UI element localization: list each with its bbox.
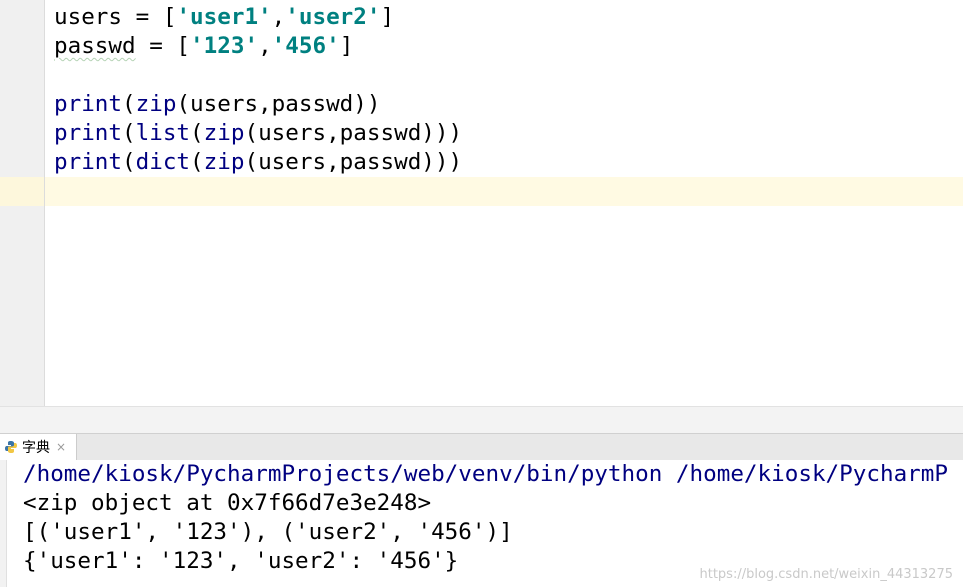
code-token: (: [190, 120, 204, 146]
code-line[interactable]: print(dict(zip(users,passwd))): [54, 148, 462, 177]
code-keyword: zip: [203, 149, 245, 175]
code-token: passwd: [54, 33, 136, 59]
editor-bottom-separator: [0, 406, 963, 434]
console-gutter: [0, 460, 7, 587]
code-token: ]: [380, 4, 395, 30]
code-token: ,: [258, 33, 272, 59]
console-command-line: /home/kiosk/PycharmProjects/web/venv/bin…: [23, 461, 948, 487]
code-line[interactable]: users = ['user1','user2']: [54, 3, 394, 32]
code-keyword: print: [54, 149, 123, 175]
code-token: (: [122, 91, 136, 117]
code-token: (users,passwd))): [244, 120, 463, 146]
console-output-line: {'user1': '123', 'user2': '456'}: [23, 548, 459, 574]
code-keyword: zip: [135, 91, 177, 117]
code-keyword: zip: [203, 120, 245, 146]
python-icon: [5, 441, 17, 453]
code-token: (: [122, 149, 136, 175]
run-tool-window-tabs: 字典 ×: [0, 433, 963, 461]
code-keyword: list: [135, 120, 191, 146]
code-string: '123': [190, 33, 259, 59]
code-editor[interactable]: users = ['user1','user2'] passwd = ['123'…: [0, 0, 963, 406]
code-string: 'user2': [285, 4, 381, 30]
code-token: ,: [271, 4, 286, 30]
code-token: ]: [339, 33, 354, 59]
code-keyword: print: [54, 120, 123, 146]
code-string: '456': [271, 33, 340, 59]
watermark: https://blog.csdn.net/weixin_44313275: [699, 567, 953, 582]
code-line[interactable]: passwd = ['123','456']: [54, 32, 353, 61]
run-tab-dict[interactable]: 字典 ×: [0, 434, 78, 460]
current-line-highlight: [0, 177, 963, 206]
code-token: (users,passwd)): [176, 91, 381, 117]
console-output-line: [('user1', '123'), ('user2', '456')]: [23, 519, 513, 545]
code-token: users = [: [54, 4, 177, 30]
code-token: = [: [135, 33, 191, 59]
gutter-current-line: [0, 177, 45, 206]
code-keyword: dict: [135, 149, 191, 175]
code-keyword: print: [54, 91, 123, 117]
run-tab-label: 字典: [22, 440, 50, 456]
code-token: (: [190, 149, 204, 175]
console-output-line: <zip object at 0x7f66d7e3e248>: [23, 490, 432, 516]
code-line[interactable]: print(list(zip(users,passwd))): [54, 119, 462, 148]
code-line[interactable]: print(zip(users,passwd)): [54, 90, 380, 119]
code-string: 'user1': [176, 4, 272, 30]
code-token: (: [122, 120, 136, 146]
close-icon[interactable]: ×: [56, 440, 66, 454]
code-token: (users,passwd))): [244, 149, 463, 175]
